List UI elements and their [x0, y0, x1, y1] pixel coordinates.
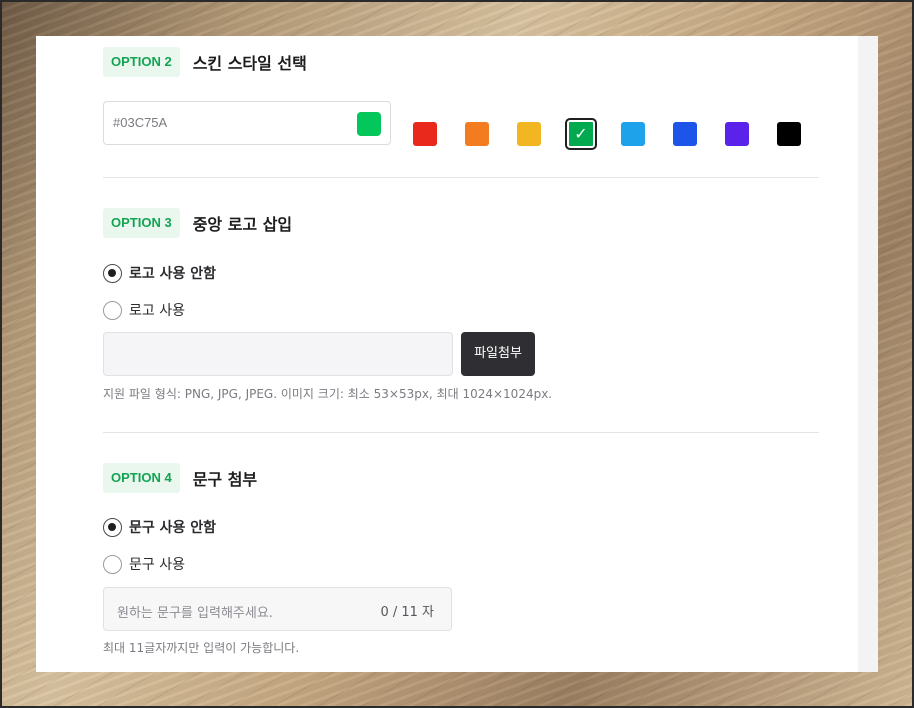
- divider: [103, 177, 819, 178]
- logo-none-radio[interactable]: [103, 263, 122, 283]
- option3-section: OPTION 3 중앙 로고 삽입 로고 사용 안함 로고 사용 파일첨부 지원…: [103, 208, 819, 401]
- color-swatch[interactable]: [517, 122, 541, 146]
- option4-badge: OPTION 4: [103, 463, 180, 493]
- logo-none-radio-row[interactable]: 로고 사용 안함: [103, 262, 216, 284]
- phrase-placeholder: 원하는 문구를 입력해주세요.: [117, 606, 273, 621]
- color-swatch[interactable]: [673, 122, 697, 146]
- logo-use-label: 로고 사용: [129, 303, 185, 319]
- text-none-radio-row[interactable]: 문구 사용 안함: [103, 516, 216, 538]
- color-swatch[interactable]: [621, 122, 645, 146]
- logo-use-radio[interactable]: [103, 300, 122, 320]
- text-none-label: 문구 사용 안함: [129, 520, 217, 536]
- option4-title: 문구 첨부: [192, 470, 258, 489]
- text-use-label: 문구 사용: [129, 557, 185, 573]
- option4-section: OPTION 4 문구 첨부 문구 사용 안함 문구 사용 원하는 문구를 입력…: [103, 463, 819, 655]
- scrollbar[interactable]: [858, 36, 878, 672]
- option2-badge: OPTION 2: [103, 47, 180, 77]
- phrase-input[interactable]: 원하는 문구를 입력해주세요. 0 / 11 자: [103, 587, 452, 631]
- option2-section: OPTION 2 스킨 스타일 선택 #03C75A ✓: [103, 47, 819, 150]
- divider: [103, 432, 819, 433]
- file-format-help: 지원 파일 형식: PNG, JPG, JPEG. 이미지 크기: 최소 53×…: [103, 387, 553, 401]
- text-use-radio-row[interactable]: 문구 사용: [103, 553, 185, 575]
- color-swatch[interactable]: [725, 122, 749, 146]
- color-preview-swatch: [357, 112, 381, 136]
- option3-header: OPTION 3 중앙 로고 삽입: [103, 208, 819, 238]
- option3-title: 중앙 로고 삽입: [192, 215, 293, 234]
- color-swatch[interactable]: [777, 122, 801, 146]
- option2-title: 스킨 스타일 선택: [192, 54, 307, 73]
- option2-header: OPTION 2 스킨 스타일 선택: [103, 47, 819, 77]
- char-counter: 0 / 11 자: [380, 605, 434, 620]
- logo-none-label: 로고 사용 안함: [129, 266, 217, 282]
- hex-color-input[interactable]: #03C75A: [103, 101, 391, 145]
- option4-header: OPTION 4 문구 첨부: [103, 463, 819, 493]
- logo-use-radio-row[interactable]: 로고 사용: [103, 299, 185, 321]
- color-swatch[interactable]: [465, 122, 489, 146]
- options-panel: OPTION 2 스킨 스타일 선택 #03C75A ✓ OPTION 3 중앙…: [36, 36, 878, 672]
- checkmark-icon: ✓: [574, 124, 588, 143]
- hex-value: #03C75A: [113, 115, 168, 130]
- color-swatch[interactable]: [413, 122, 437, 146]
- option3-badge: OPTION 3: [103, 208, 180, 238]
- file-name-field[interactable]: [103, 332, 453, 376]
- char-limit-help: 최대 11글자까지만 입력이 가능합니다.: [103, 641, 300, 655]
- text-use-radio[interactable]: [103, 554, 122, 574]
- color-swatch[interactable]: ✓: [565, 118, 597, 150]
- text-none-radio[interactable]: [103, 517, 122, 537]
- file-attach-button[interactable]: 파일첨부: [461, 332, 535, 376]
